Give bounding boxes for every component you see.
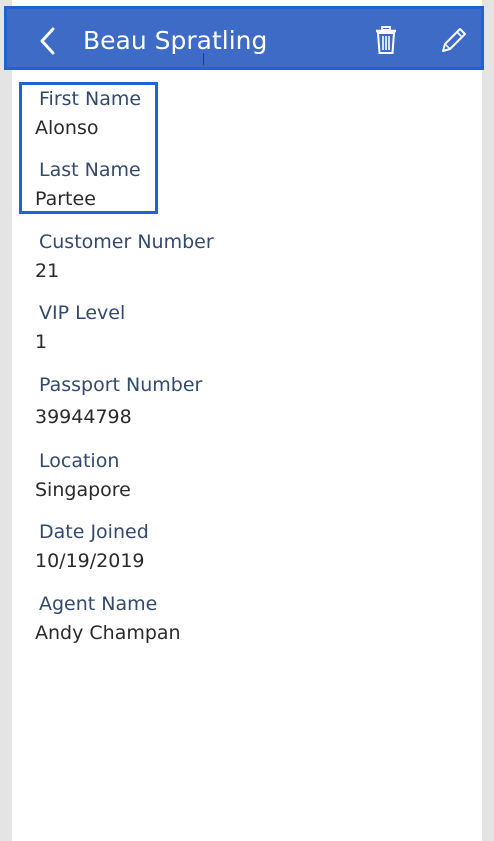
field-value: 21 (35, 260, 60, 282)
field-label: Passport Number (39, 374, 203, 396)
field-value: 10/19/2019 (35, 550, 145, 572)
header-bar: Beau Spratling (4, 6, 484, 70)
delete-button[interactable] (373, 25, 399, 57)
field-label: Location (39, 450, 120, 472)
trash-icon (376, 26, 396, 54)
back-button[interactable] (33, 21, 67, 61)
field-last-name[interactable]: Last Name Partee (35, 158, 141, 211)
field-location[interactable]: Location Singapore (35, 449, 131, 502)
field-value: Partee (35, 188, 96, 210)
field-first-name[interactable]: First Name Alonso (35, 87, 141, 140)
chevron-left-icon (40, 27, 55, 55)
field-value: 39944798 (35, 406, 132, 428)
field-value: 1 (35, 331, 48, 353)
field-label: Customer Number (39, 231, 214, 253)
field-label: First Name (39, 88, 142, 110)
field-customer-number[interactable]: Customer Number 21 (35, 230, 214, 283)
field-value: Andy Champan (35, 622, 181, 644)
field-vip-level[interactable]: VIP Level 1 (35, 301, 125, 354)
field-label: Date Joined (39, 521, 149, 543)
field-agent-name[interactable]: Agent Name Andy Champan (35, 592, 181, 645)
pencil-icon (442, 28, 466, 52)
field-label: Agent Name (39, 593, 158, 615)
edit-button[interactable] (437, 25, 469, 57)
field-passport-number[interactable]: Passport Number 39944798 (35, 373, 202, 429)
field-value: Singapore (35, 479, 131, 501)
field-label: VIP Level (39, 302, 126, 324)
text-cursor (203, 53, 204, 65)
field-label: Last Name (39, 159, 141, 181)
record-title: Beau Spratling (83, 26, 268, 55)
field-value: Alonso (35, 117, 99, 139)
field-date-joined[interactable]: Date Joined 10/19/2019 (35, 520, 149, 573)
